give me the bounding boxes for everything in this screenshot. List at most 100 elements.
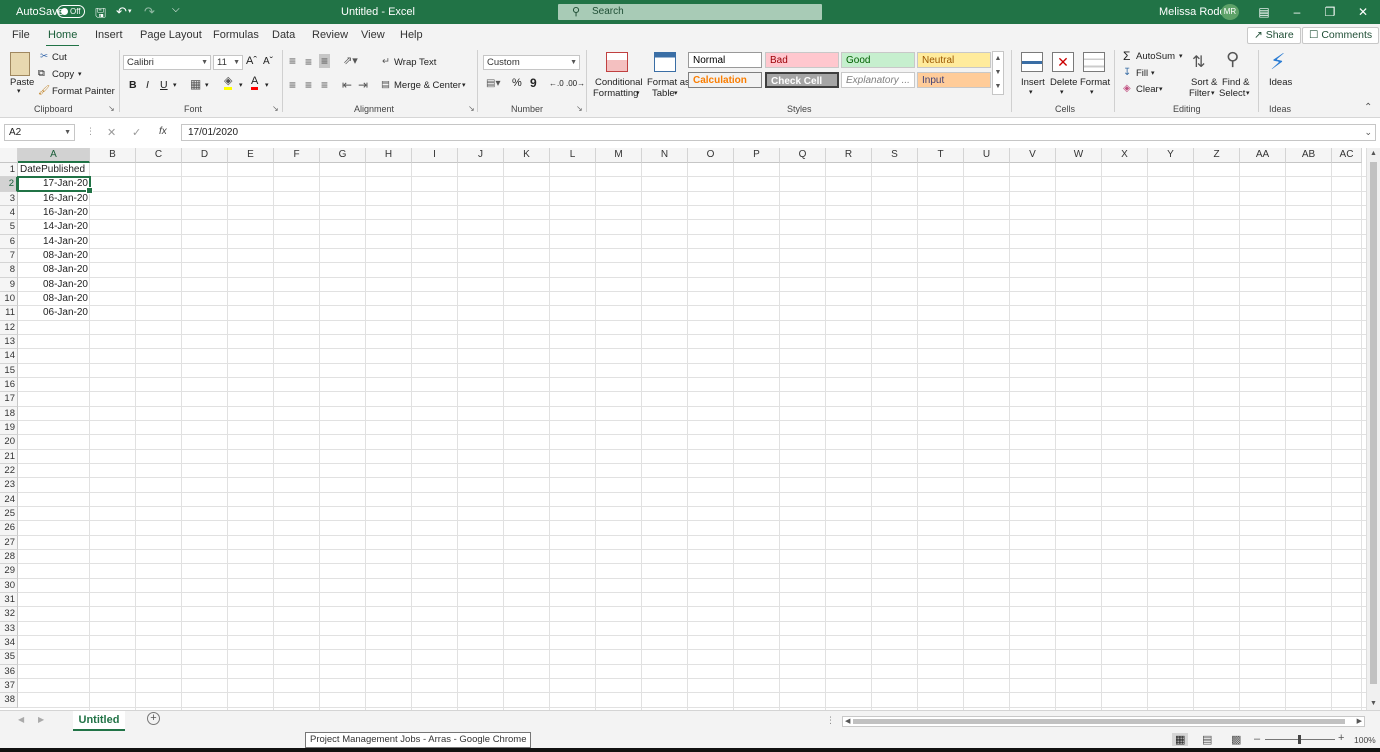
row-header-9[interactable]: 9 bbox=[0, 277, 18, 292]
ideas-button[interactable]: Ideas bbox=[1269, 77, 1292, 88]
row-header-37[interactable]: 37 bbox=[0, 678, 18, 694]
formula-input[interactable]: 17/01/2020 ⌄ bbox=[181, 124, 1376, 141]
row-header-14[interactable]: 14 bbox=[0, 349, 18, 364]
comma-button[interactable]: 9 bbox=[530, 76, 537, 90]
decrease-decimal-icon[interactable]: .00→ bbox=[566, 79, 585, 88]
row-header-15[interactable]: 15 bbox=[0, 363, 18, 378]
column-header-j[interactable]: J bbox=[458, 148, 504, 163]
column-header-d[interactable]: D bbox=[182, 148, 228, 163]
borders-dropdown-icon[interactable]: ▾ bbox=[205, 81, 209, 89]
column-header-o[interactable]: O bbox=[688, 148, 734, 163]
column-header-h[interactable]: H bbox=[366, 148, 412, 163]
cancel-icon[interactable]: ✕ bbox=[107, 126, 116, 139]
styles-gallery-scroll[interactable]: ▲ ▼ ▼ bbox=[992, 51, 1004, 95]
font-launcher-icon[interactable]: ↘ bbox=[272, 104, 279, 113]
row-header-11[interactable]: 11 bbox=[0, 306, 18, 321]
decrease-indent-icon[interactable]: ⇤ bbox=[342, 79, 352, 91]
undo-icon[interactable]: ↶ bbox=[116, 4, 127, 20]
page-layout-view-icon[interactable]: ▤ bbox=[1202, 733, 1212, 746]
cell-a7[interactable]: 08-Jan-20 bbox=[18, 249, 90, 263]
cell-a10[interactable]: 08-Jan-20 bbox=[18, 292, 90, 306]
row-header-35[interactable]: 35 bbox=[0, 650, 18, 665]
merge-dropdown-icon[interactable]: ▾ bbox=[462, 81, 466, 89]
font-color-dropdown-icon[interactable]: ▾ bbox=[265, 81, 269, 89]
find-select-dropdown-icon[interactable]: ▾ bbox=[1246, 89, 1250, 97]
column-header-v[interactable]: V bbox=[1010, 148, 1056, 163]
tab-data[interactable]: Data bbox=[272, 29, 295, 41]
row-header-34[interactable]: 34 bbox=[0, 635, 18, 651]
cell-a1[interactable]: DatePublished bbox=[18, 163, 90, 177]
column-header-z[interactable]: Z bbox=[1194, 148, 1240, 163]
font-name-select[interactable]: Calibri ▼ bbox=[123, 55, 211, 70]
row-header-7[interactable]: 7 bbox=[0, 248, 18, 264]
add-sheet-icon[interactable]: + bbox=[147, 712, 160, 725]
cut-button[interactable]: Cut bbox=[52, 52, 67, 63]
underline-button[interactable]: U bbox=[160, 79, 168, 91]
fill-color-dropdown-icon[interactable]: ▾ bbox=[239, 81, 243, 89]
cell-style-bad[interactable]: Bad bbox=[765, 52, 839, 68]
format-cells-button[interactable]: Format bbox=[1080, 77, 1110, 88]
column-header-k[interactable]: K bbox=[504, 148, 550, 163]
cell-a4[interactable]: 16-Jan-20 bbox=[18, 206, 90, 220]
page-break-view-icon[interactable]: ▩ bbox=[1231, 733, 1241, 746]
row-header-13[interactable]: 13 bbox=[0, 334, 18, 350]
name-box[interactable]: A2 ▼ bbox=[4, 124, 75, 141]
row-header-33[interactable]: 33 bbox=[0, 621, 18, 636]
row-header-5[interactable]: 5 bbox=[0, 220, 18, 235]
orientation-icon[interactable]: ⇗▾ bbox=[343, 55, 358, 67]
paste-button[interactable]: Paste bbox=[10, 77, 34, 88]
row-header-17[interactable]: 17 bbox=[0, 392, 18, 407]
format-painter-button[interactable]: Format Painter bbox=[52, 86, 115, 97]
font-color-icon[interactable]: A bbox=[251, 76, 259, 90]
row-header-24[interactable]: 24 bbox=[0, 492, 18, 507]
fill-dropdown-icon[interactable]: ▾ bbox=[1151, 69, 1155, 77]
column-header-l[interactable]: L bbox=[550, 148, 596, 163]
bold-button[interactable]: B bbox=[129, 79, 137, 91]
share-button[interactable]: ↗ Share bbox=[1247, 27, 1301, 44]
row-header-16[interactable]: 16 bbox=[0, 377, 18, 393]
borders-icon[interactable]: ▦ bbox=[190, 77, 201, 91]
format-table-dropdown-icon[interactable]: ▾ bbox=[674, 89, 678, 97]
column-header-m[interactable]: M bbox=[596, 148, 642, 163]
column-header-q[interactable]: Q bbox=[780, 148, 826, 163]
delete-dropdown-icon[interactable]: ▾ bbox=[1060, 88, 1064, 96]
column-header-w[interactable]: W bbox=[1056, 148, 1102, 163]
column-header-a[interactable]: A bbox=[18, 148, 90, 163]
scroll-up-icon[interactable]: ▲ bbox=[1370, 150, 1377, 157]
enter-icon[interactable]: ✓ bbox=[132, 126, 141, 139]
clipboard-launcher-icon[interactable]: ↘ bbox=[108, 104, 115, 113]
scroll-down-icon[interactable]: ▼ bbox=[1370, 700, 1377, 707]
merge-center-button[interactable]: Merge & Center bbox=[394, 80, 461, 91]
insert-cells-button[interactable]: Insert bbox=[1021, 77, 1045, 88]
expand-formula-icon[interactable]: ⌄ bbox=[1364, 125, 1372, 140]
scroll-right-icon[interactable]: ▶ bbox=[1357, 717, 1362, 725]
column-header-b[interactable]: B bbox=[90, 148, 136, 163]
scroll-thumb[interactable] bbox=[1370, 162, 1377, 684]
cell-a3[interactable]: 16-Jan-20 bbox=[18, 192, 90, 206]
row-header-6[interactable]: 6 bbox=[0, 234, 18, 249]
save-icon[interactable]: 🖫 bbox=[95, 4, 106, 26]
scroll-left-icon[interactable]: ◀ bbox=[845, 717, 850, 725]
copy-button[interactable]: Copy bbox=[52, 69, 74, 80]
number-launcher-icon[interactable]: ↘ bbox=[576, 104, 583, 113]
increase-decimal-icon[interactable]: ←.0 bbox=[549, 79, 564, 88]
tab-page-layout[interactable]: Page Layout bbox=[140, 29, 202, 41]
row-header-23[interactable]: 23 bbox=[0, 478, 18, 493]
column-header-g[interactable]: G bbox=[320, 148, 366, 163]
ribbon-display-icon[interactable]: ▤ bbox=[1255, 5, 1273, 19]
tab-help[interactable]: Help bbox=[400, 29, 423, 41]
row-header-27[interactable]: 27 bbox=[0, 535, 18, 550]
autosum-dropdown-icon[interactable]: ▾ bbox=[1179, 52, 1183, 60]
zoom-out-icon[interactable]: – bbox=[1254, 733, 1260, 745]
decrease-font-icon[interactable]: Aˇ bbox=[263, 56, 273, 67]
row-header-10[interactable]: 10 bbox=[0, 291, 18, 307]
currency-icon[interactable]: ▤▾ bbox=[486, 78, 500, 89]
comments-button[interactable]: ☐ Comments bbox=[1302, 27, 1380, 44]
normal-view-icon[interactable]: ▦ bbox=[1172, 733, 1189, 746]
prev-sheet-icon[interactable]: ◀ bbox=[18, 715, 24, 724]
undo-dropdown-icon[interactable]: ▾ bbox=[128, 7, 132, 15]
format-as-table-button[interactable]: Format as bbox=[647, 77, 690, 88]
autosum-button[interactable]: AutoSum bbox=[1136, 51, 1175, 62]
minimize-icon[interactable]: – bbox=[1288, 5, 1306, 19]
increase-indent-icon[interactable]: ⇥ bbox=[358, 79, 368, 91]
